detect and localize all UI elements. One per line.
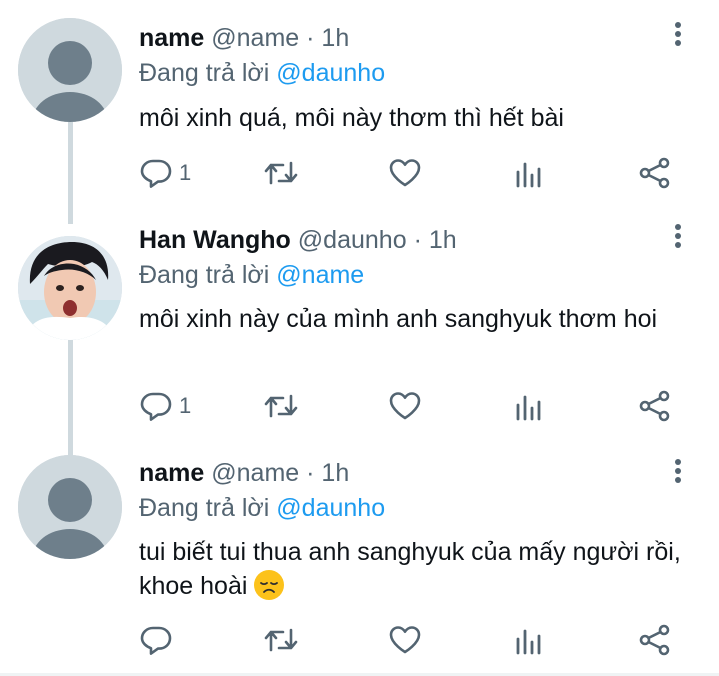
stats-icon xyxy=(516,629,541,655)
separator: · xyxy=(306,459,315,487)
share-button[interactable] xyxy=(638,153,672,193)
more-icon[interactable] xyxy=(671,22,685,52)
retweet-button[interactable] xyxy=(263,620,299,660)
share-icon xyxy=(639,624,670,656)
share-button[interactable] xyxy=(638,386,672,426)
mention-link[interactable]: @name xyxy=(276,261,364,289)
retweet-button[interactable] xyxy=(263,386,299,426)
reply-count: 1 xyxy=(179,393,192,418)
action-bar xyxy=(0,620,719,660)
like-button[interactable] xyxy=(388,620,422,660)
separator: · xyxy=(413,226,422,254)
retweet-icon xyxy=(264,161,298,185)
timestamp[interactable]: 1h xyxy=(321,459,349,487)
tweet-text: môi xinh quá, môi này thơm thì hết bài xyxy=(139,104,564,132)
mention-link[interactable]: @daunho xyxy=(276,59,385,87)
retweet-button[interactable] xyxy=(263,153,299,193)
user-handle[interactable]: @name xyxy=(211,24,299,52)
reply-icon xyxy=(140,392,172,421)
timestamp[interactable]: 1h xyxy=(429,226,457,254)
share-button[interactable] xyxy=(638,620,672,660)
separator: · xyxy=(306,24,315,52)
like-button[interactable] xyxy=(388,153,422,193)
replying-to: Đang trả lời @name xyxy=(139,259,364,291)
tweet[interactable]: name @name · 1h Đang trả lời @daunho tui… xyxy=(0,447,719,676)
reply-count: 1 xyxy=(179,160,192,185)
retweet-icon xyxy=(264,628,298,652)
photo-avatar-icon xyxy=(18,236,122,340)
tweet-header: Han Wangho @daunho · 1h xyxy=(139,224,457,256)
stats-icon xyxy=(516,162,541,188)
tweet-header: name @name · 1h xyxy=(139,22,349,54)
avatar[interactable] xyxy=(18,18,122,122)
user-handle[interactable]: @daunho xyxy=(298,226,407,254)
reply-button[interactable]: 1 xyxy=(139,153,191,193)
reply-icon xyxy=(140,626,172,655)
reply-button[interactable] xyxy=(139,620,179,660)
more-icon[interactable] xyxy=(671,224,685,254)
default-avatar-icon xyxy=(18,18,122,122)
tweet-header: name @name · 1h xyxy=(139,457,349,489)
display-name[interactable]: Han Wangho xyxy=(139,226,291,254)
reply-icon xyxy=(140,159,172,188)
replying-to: Đang trả lời @daunho xyxy=(139,492,385,524)
retweet-icon xyxy=(264,394,298,418)
timestamp[interactable]: 1h xyxy=(321,24,349,52)
display-name[interactable]: name xyxy=(139,24,204,52)
reply-button[interactable]: 1 xyxy=(139,386,191,426)
replying-to: Đang trả lời @daunho xyxy=(139,57,385,89)
action-bar: 1 xyxy=(0,386,719,426)
replying-to-label: Đang trả lời xyxy=(139,261,270,289)
tweet-text: tui biết tui thua anh sanghyuk của mấy n… xyxy=(139,538,681,600)
action-bar: 1 xyxy=(0,153,719,193)
more-icon[interactable] xyxy=(671,459,685,489)
share-icon xyxy=(639,157,670,189)
like-icon xyxy=(389,159,421,187)
mention-link[interactable]: @daunho xyxy=(276,494,385,522)
tweet-body: tui biết tui thua anh sanghyuk của mấy n… xyxy=(139,535,699,603)
tweet-text: môi xinh này của mình anh sanghyuk thơm … xyxy=(139,305,658,333)
tweet[interactable]: name @name · 1h Đang trả lời @daunho môi… xyxy=(0,0,719,214)
stats-button[interactable] xyxy=(514,386,544,426)
avatar[interactable] xyxy=(18,455,122,559)
stats-button[interactable] xyxy=(514,153,544,193)
stats-button[interactable] xyxy=(514,620,544,660)
tweet[interactable]: Han Wangho @daunho · 1h Đang trả lời @na… xyxy=(0,214,719,447)
like-button[interactable] xyxy=(388,386,422,426)
like-icon xyxy=(389,392,421,420)
avatar[interactable] xyxy=(18,236,122,340)
like-icon xyxy=(389,626,421,654)
replying-to-label: Đang trả lời xyxy=(139,59,270,87)
share-icon xyxy=(639,390,670,422)
default-avatar-icon xyxy=(18,455,122,559)
stats-icon xyxy=(516,395,541,421)
display-name[interactable]: name xyxy=(139,459,204,487)
disappointed-face-icon xyxy=(254,570,285,600)
replying-to-label: Đang trả lời xyxy=(139,494,270,522)
user-handle[interactable]: @name xyxy=(211,459,299,487)
